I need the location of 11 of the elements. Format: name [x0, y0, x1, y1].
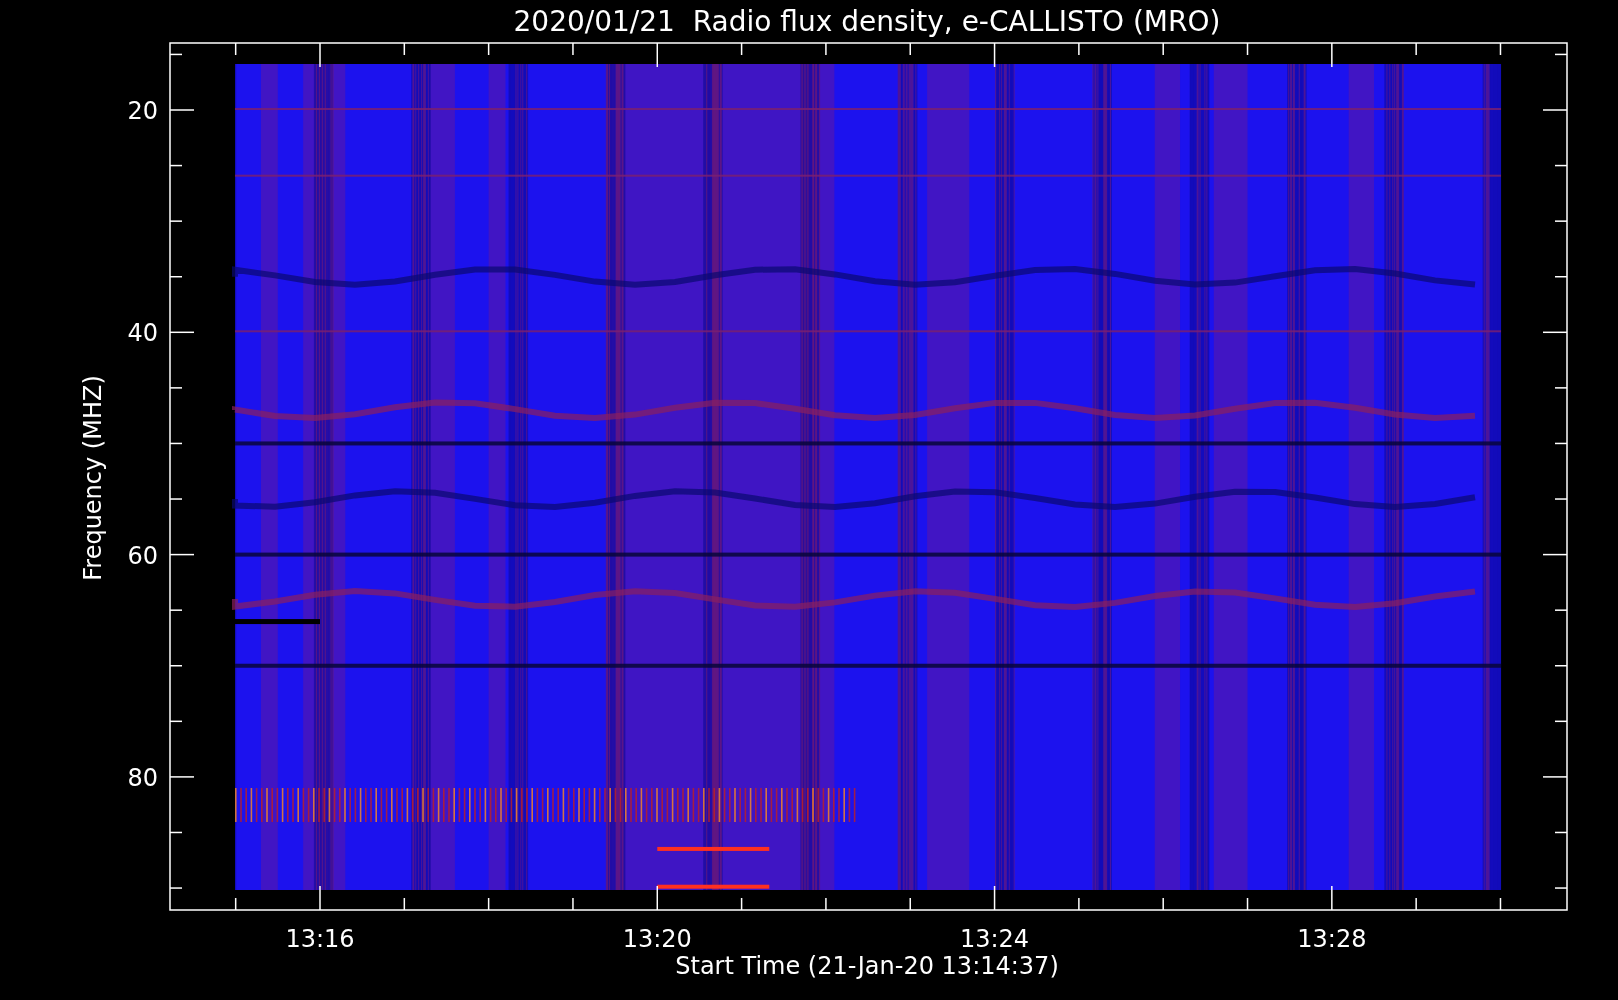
tick-label: 13:16	[285, 925, 355, 953]
tick-label: 13:20	[622, 925, 692, 953]
axis-label: Start Time (21-Jan-20 13:14:37)	[675, 952, 1059, 980]
axis-label: Frequency (MHZ)	[79, 375, 107, 581]
tick-label: 13:28	[1297, 925, 1367, 953]
tick-label: 40	[127, 319, 158, 348]
chart-title: 2020/01/21 Radio flux density, e-CALLISTO (MRO)	[513, 5, 1221, 38]
tick-label: 80	[127, 763, 158, 792]
tick-label: 20	[127, 97, 158, 125]
tick-label: 13:24	[959, 925, 1030, 953]
tick-label: 60	[127, 541, 158, 570]
